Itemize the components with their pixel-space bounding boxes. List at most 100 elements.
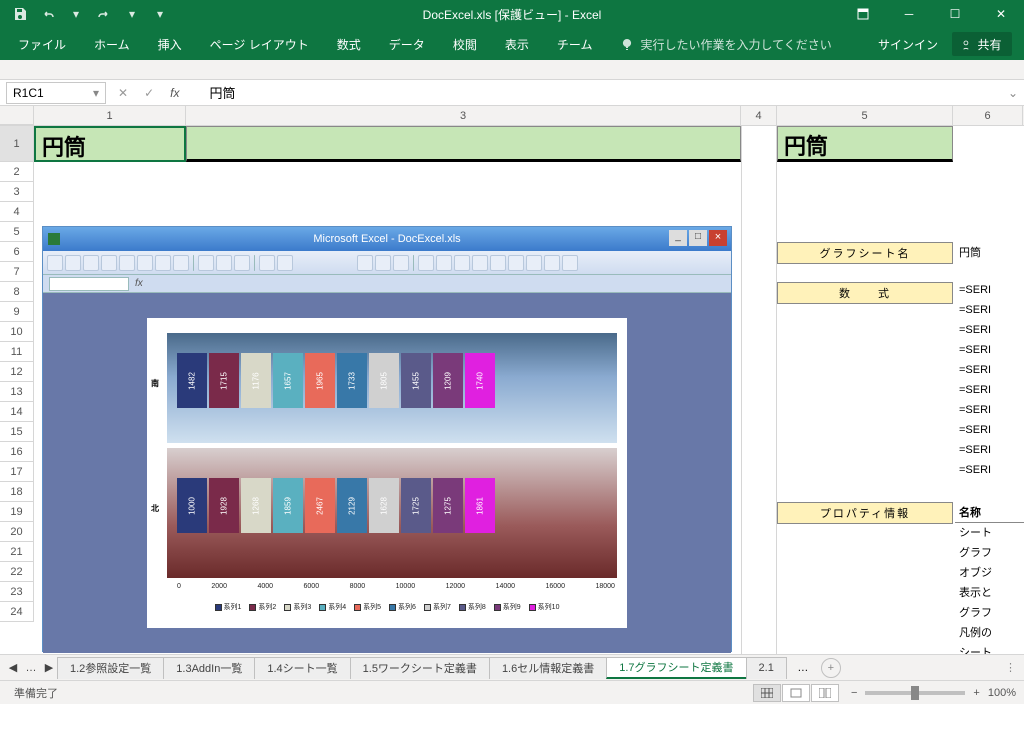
prop-val-1[interactable]: グラフ [955,542,996,562]
sheet-tab-5[interactable]: 1.7グラフシート定義書 [606,657,746,679]
row-header-11[interactable]: 11 [0,342,34,362]
row-header-10[interactable]: 10 [0,322,34,342]
tab-data[interactable]: データ [375,28,439,60]
row-header-15[interactable]: 15 [0,422,34,442]
expand-formula-bar[interactable]: ⌄ [1008,86,1018,100]
col-header-4[interactable]: 4 [741,106,777,125]
row-header-20[interactable]: 20 [0,522,34,542]
row-header-18[interactable]: 18 [0,482,34,502]
col-header-5[interactable]: 5 [777,106,953,125]
prop-val-3[interactable]: 表示と [955,582,996,602]
tab-review[interactable]: 校閲 [439,28,491,60]
series-val-5[interactable]: =SERI [955,382,995,398]
tab-page-layout[interactable]: ページ レイアウト [196,28,323,60]
row-header-12[interactable]: 12 [0,362,34,382]
series-val-8[interactable]: =SERI [955,442,995,458]
prop-val-0[interactable]: シート [955,522,996,542]
tell-me-input[interactable]: 実行したい作業を入力してください [606,28,845,60]
redo-dropdown[interactable]: ▾ [120,2,144,26]
col-header-3[interactable]: 3 [186,106,741,125]
col-header-1[interactable]: 1 [34,106,186,125]
row-header-22[interactable]: 22 [0,562,34,582]
cancel-formula-button[interactable]: ✕ [118,86,128,100]
sheet-tab-1[interactable]: 1.3AddIn一覧 [163,657,255,679]
signin-link[interactable]: サインイン [864,36,952,53]
tab-view[interactable]: 表示 [491,28,543,60]
tab-nav-first[interactable]: ◀ [4,658,22,678]
tab-team[interactable]: チーム [543,28,607,60]
row-header-8[interactable]: 8 [0,282,34,302]
accept-formula-button[interactable]: ✓ [144,86,154,100]
row-header-7[interactable]: 7 [0,262,34,282]
series-val-2[interactable]: =SERI [955,322,995,338]
row-header-17[interactable]: 17 [0,462,34,482]
row-header-23[interactable]: 23 [0,582,34,602]
series-val-6[interactable]: =SERI [955,402,995,418]
row-header-4[interactable]: 4 [0,202,34,222]
sheet-tab-0[interactable]: 1.2参照設定一覧 [57,657,164,679]
cells-area[interactable]: 円筒 円筒 グラフシート名 円筒 数 式 =SERI=SERI=SERI=SER… [34,126,1024,654]
qat-customize[interactable]: ▾ [148,2,172,26]
row-header-5[interactable]: 5 [0,222,34,242]
tab-file[interactable]: ファイル [4,28,80,60]
row-header-6[interactable]: 6 [0,242,34,262]
prop-val-5[interactable]: 凡例の [955,622,996,642]
save-button[interactable] [8,2,32,26]
zoom-out-button[interactable]: − [851,687,857,699]
series-val-3[interactable]: =SERI [955,342,995,358]
share-button[interactable]: 共有 [952,32,1012,56]
sheet-tab-4[interactable]: 1.6セル情報定義書 [489,657,607,679]
zoom-slider[interactable] [865,691,965,695]
cell-r1c1[interactable]: 円筒 [34,126,186,162]
series-val-9[interactable]: =SERI [955,462,995,478]
series-val-0[interactable]: =SERI [955,282,995,298]
redo-button[interactable] [92,2,116,26]
row-header-14[interactable]: 14 [0,402,34,422]
undo-button[interactable] [36,2,60,26]
cell-r1c5[interactable]: 円筒 [777,126,953,162]
tab-nav-next[interactable]: ▶ [40,658,58,678]
row-header-9[interactable]: 9 [0,302,34,322]
prop-val-2[interactable]: オブジ [955,562,996,582]
cell-r1c3[interactable] [186,126,741,162]
tab-home[interactable]: ホーム [80,28,144,60]
fx-icon[interactable]: fx [170,86,179,100]
select-all-corner[interactable] [0,106,34,125]
series-val-7[interactable]: =SERI [955,422,995,438]
tab-insert[interactable]: 挿入 [144,28,196,60]
tab-formulas[interactable]: 数式 [323,28,375,60]
row-header-1[interactable]: 1 [0,126,34,162]
sheet-tab-2[interactable]: 1.4シート一覧 [254,657,350,679]
row-header-24[interactable]: 24 [0,602,34,622]
worksheet-grid[interactable]: 1 3 4 5 6 1 2345678910111213141516171819… [0,106,1024,654]
close-button[interactable]: ✕ [978,0,1024,28]
formula-value[interactable]: 円筒 [209,83,235,102]
name-box[interactable]: R1C1▾ [6,82,106,104]
row-header-3[interactable]: 3 [0,182,34,202]
prop-header[interactable]: 名称 [955,502,1024,523]
tab-options[interactable]: ⋮ [1005,661,1016,674]
row-header-19[interactable]: 19 [0,502,34,522]
maximize-button[interactable]: ☐ [932,0,978,28]
val-graph-sheet-name[interactable]: 円筒 [955,242,985,262]
normal-view-button[interactable] [753,684,781,702]
page-break-view-button[interactable] [811,684,839,702]
minimize-button[interactable]: ─ [886,0,932,28]
row-header-13[interactable]: 13 [0,382,34,402]
sheet-tab-6[interactable]: 2.1 [746,657,787,679]
col-header-6[interactable]: 6 [953,106,1023,125]
row-header-16[interactable]: 16 [0,442,34,462]
page-layout-view-button[interactable] [782,684,810,702]
tab-nav-prev[interactable]: … [22,658,40,678]
ribbon-display-options[interactable] [840,0,886,28]
add-sheet-button[interactable]: + [821,658,841,678]
prop-val-4[interactable]: グラフ [955,602,996,622]
series-val-4[interactable]: =SERI [955,362,995,378]
row-header-2[interactable]: 2 [0,162,34,182]
tab-more[interactable]: … [791,662,815,674]
prop-val-6[interactable]: シート [955,642,996,654]
row-header-21[interactable]: 21 [0,542,34,562]
sheet-tab-3[interactable]: 1.5ワークシート定義書 [350,657,490,679]
series-val-1[interactable]: =SERI [955,302,995,318]
embedded-image[interactable]: Microsoft Excel - DocExcel.xls _□ × fx [42,226,732,652]
